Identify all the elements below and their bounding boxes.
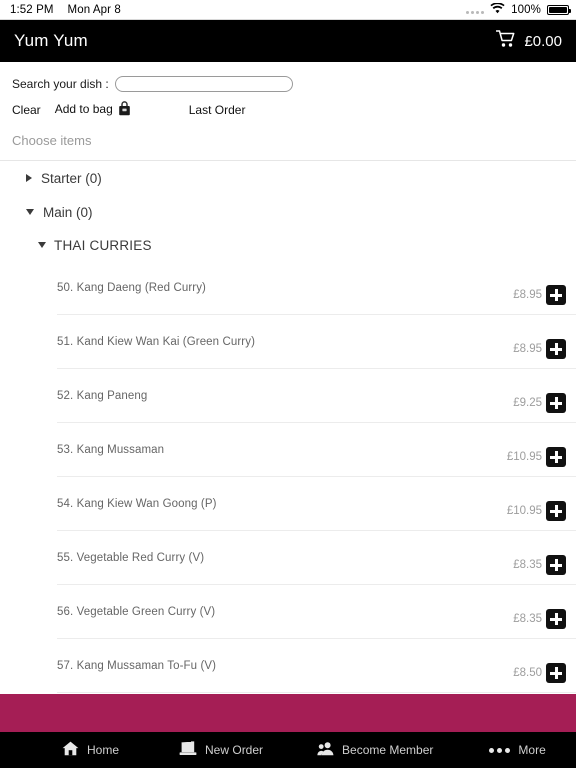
list-item[interactable]: 51. Kand Kiew Wan Kai (Green Curry) £8.9… <box>0 315 576 369</box>
tab-label-home: Home <box>87 743 120 757</box>
signal-dots-icon <box>466 6 485 14</box>
search-row: Search your dish : <box>0 62 576 92</box>
accordion-label-starter: Starter (0) <box>41 170 102 186</box>
item-name: 51. Kand Kiew Wan Kai (Green Curry) <box>57 336 256 348</box>
list-item[interactable]: 57. Kang Mussaman To-Fu (V) £8.50 <box>0 639 576 693</box>
item-price: £10.95 <box>506 505 542 517</box>
item-price: £8.50 <box>513 667 542 679</box>
triangle-down-icon <box>38 242 46 248</box>
list-item[interactable]: 54. Kang Kiew Wan Goong (P) £10.95 <box>0 477 576 531</box>
shopping-cart-icon <box>496 29 516 53</box>
accent-band <box>0 694 576 732</box>
list-item[interactable]: 50. Kang Daeng (Red Curry) £8.95 <box>0 261 576 315</box>
add-item-button[interactable] <box>546 339 566 359</box>
item-right-group: £10.95 <box>502 494 576 521</box>
person-icon <box>317 741 334 759</box>
tab-label-become-member: Become Member <box>342 743 434 757</box>
add-item-button[interactable] <box>546 447 566 467</box>
accordion-item-starter[interactable]: Starter (0) <box>0 161 576 195</box>
clear-button[interactable]: Clear <box>12 103 41 117</box>
action-row: Clear Add to bag Last Order <box>0 92 576 119</box>
page-title: Yum Yum <box>14 31 88 50</box>
add-to-bag-button[interactable]: Add to bag <box>55 101 131 119</box>
tab-label-more: More <box>518 743 546 757</box>
home-icon <box>62 741 79 759</box>
item-right-group: £10.95 <box>502 440 576 467</box>
add-item-button[interactable] <box>546 609 566 629</box>
status-bar-right-group: 100% <box>466 1 571 17</box>
menu-item-list: 50. Kang Daeng (Red Curry) £8.95 51. Kan… <box>0 261 576 693</box>
status-bar-time: 1:52 PM <box>10 3 54 16</box>
ellipsis-icon <box>489 747 511 753</box>
item-right-group: £8.95 <box>502 278 576 305</box>
choose-items-heading: Choose items <box>12 133 92 148</box>
add-item-button[interactable] <box>546 663 566 683</box>
accordion-label-main: Main (0) <box>43 204 93 220</box>
add-item-button[interactable] <box>546 285 566 305</box>
item-price: £9.25 <box>513 397 542 409</box>
accordion-label-thai-curries: THAI CURRIES <box>54 237 152 253</box>
item-name: 52. Kang Paneng <box>57 390 148 402</box>
add-item-button[interactable] <box>546 501 566 521</box>
tab-become-member[interactable]: Become Member <box>317 741 433 759</box>
cart-total-label: £0.00 <box>524 32 562 50</box>
new-order-icon <box>179 741 197 759</box>
battery-full-icon <box>547 4 571 15</box>
tab-more[interactable]: More <box>489 743 546 757</box>
shopping-bag-icon <box>118 101 131 119</box>
battery-percent-label: 100% <box>511 3 541 16</box>
item-name: 54. Kang Kiew Wan Goong (P) <box>57 498 217 510</box>
tab-label-new-order: New Order <box>205 743 264 757</box>
item-price: £8.35 <box>513 559 542 571</box>
wifi-icon <box>490 1 505 17</box>
add-item-button[interactable] <box>546 393 566 413</box>
item-price: £8.95 <box>513 289 542 301</box>
list-item[interactable]: 53. Kang Mussaman £10.95 <box>0 423 576 477</box>
search-input[interactable] <box>114 76 293 92</box>
status-bar: 1:52 PM Mon Apr 8 100% <box>0 0 576 20</box>
triangle-right-icon <box>26 174 32 182</box>
item-price: £8.95 <box>513 343 542 355</box>
triangle-down-icon <box>26 209 34 215</box>
item-right-group: £8.35 <box>502 548 576 575</box>
last-order-button[interactable]: Last Order <box>189 103 246 117</box>
accordion-item-thai-curries[interactable]: THAI CURRIES <box>0 229 576 261</box>
accordion-item-main[interactable]: Main (0) <box>0 195 576 229</box>
item-name: 50. Kang Daeng (Red Curry) <box>57 282 206 294</box>
cart-button[interactable]: £0.00 <box>496 29 562 53</box>
item-right-group: £8.35 <box>502 602 576 629</box>
item-right-group: £8.95 <box>502 332 576 359</box>
list-item[interactable]: 56. Vegetable Green Curry (V) £8.35 <box>0 585 576 639</box>
item-name: 57. Kang Mussaman To-Fu (V) <box>57 660 217 672</box>
tab-new-order[interactable]: New Order <box>179 741 263 759</box>
add-item-button[interactable] <box>546 555 566 575</box>
item-right-group: £9.25 <box>502 386 576 413</box>
bottom-tab-bar: Home New Order Become Member More <box>0 732 576 768</box>
item-price: £10.95 <box>506 451 542 463</box>
item-name: 56. Vegetable Green Curry (V) <box>57 606 216 618</box>
tab-home[interactable]: Home <box>62 741 119 759</box>
app-screen: 1:52 PM Mon Apr 8 100% Yum Yum £0.00 Sea… <box>0 0 576 768</box>
item-right-group: £8.50 <box>502 656 576 683</box>
app-bar: Yum Yum £0.00 <box>0 20 576 62</box>
list-item[interactable]: 52. Kang Paneng £9.25 <box>0 369 576 423</box>
item-name: 53. Kang Mussaman <box>57 444 165 456</box>
item-price: £8.35 <box>513 613 542 625</box>
search-label: Search your dish : <box>12 77 109 91</box>
list-item[interactable]: 55. Vegetable Red Curry (V) £8.35 <box>0 531 576 585</box>
status-bar-date: Mon Apr 8 <box>67 3 121 16</box>
item-name: 55. Vegetable Red Curry (V) <box>57 552 205 564</box>
add-to-bag-label: Add to bag <box>54 102 113 116</box>
